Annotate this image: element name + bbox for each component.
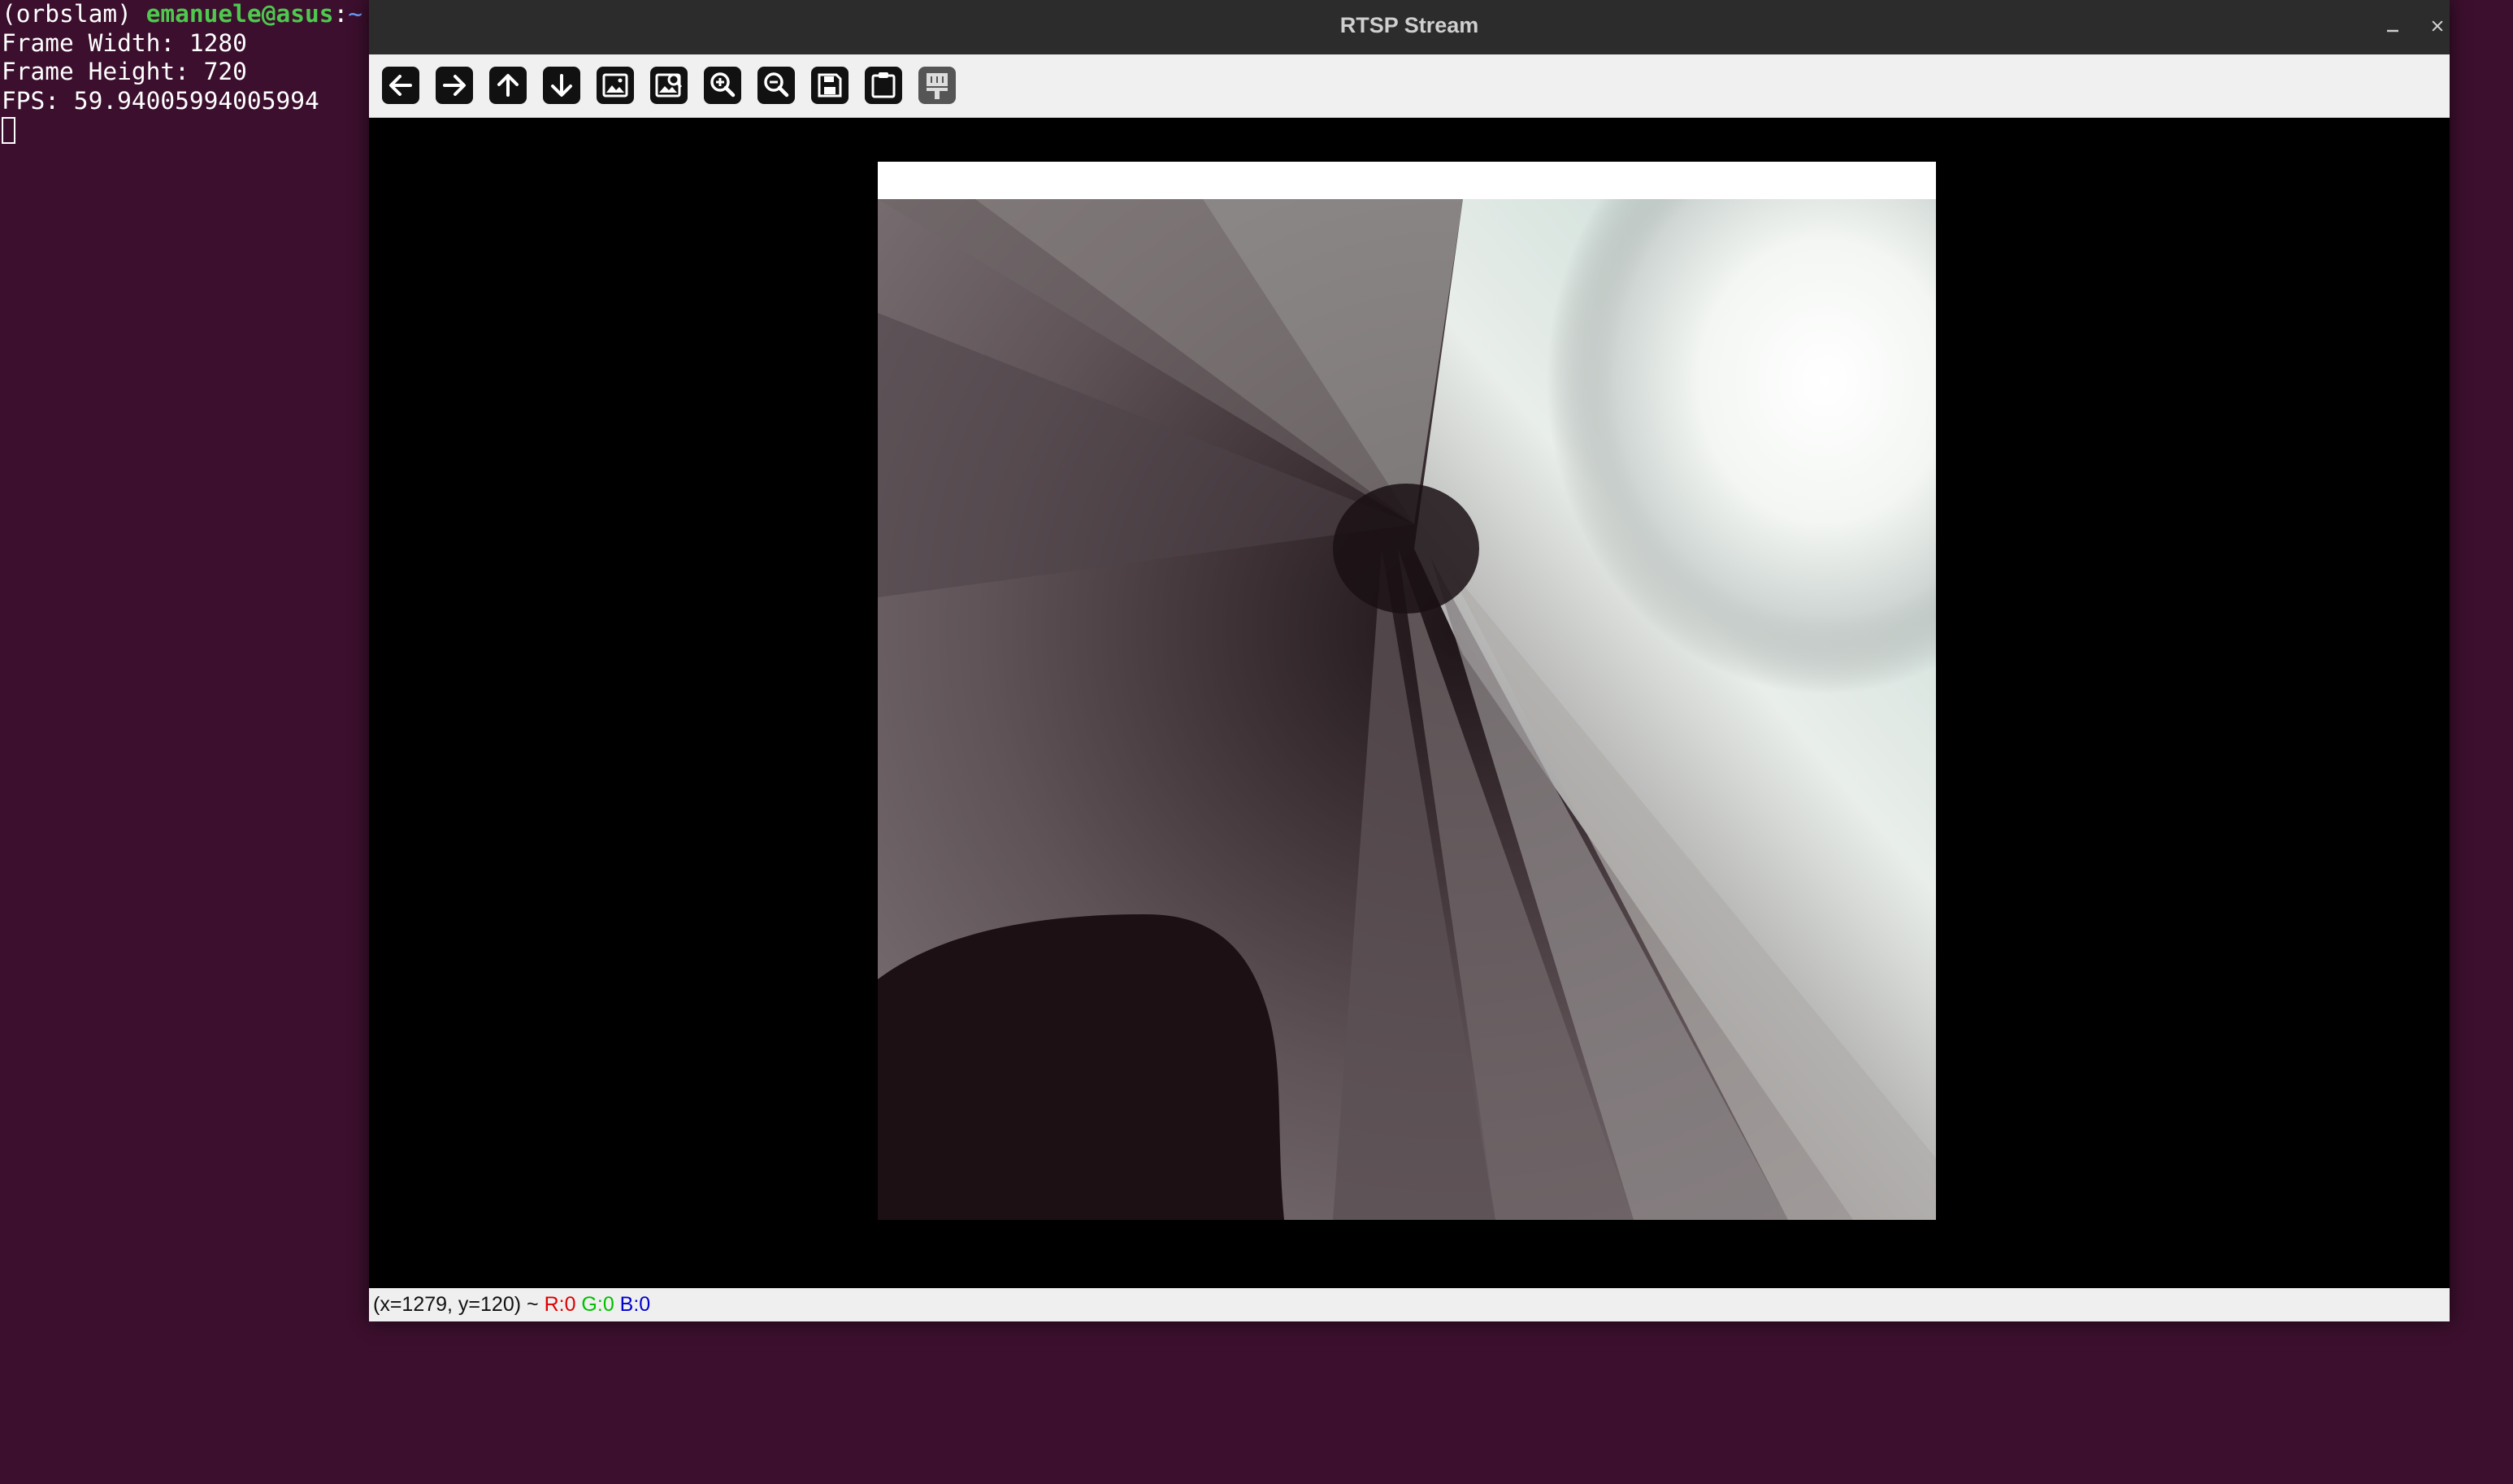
minimize-icon [2387, 29, 2398, 33]
properties-icon [918, 67, 956, 104]
status-red-value: R:0 [544, 1293, 576, 1316]
video-frame[interactable] [878, 162, 1936, 1220]
zoom-out-icon [757, 67, 795, 104]
prompt-path: ~ [348, 0, 363, 28]
arrow-left-icon [382, 67, 419, 104]
save-icon [811, 67, 849, 104]
status-bar: (x=1279, y=120) ~ R:0 G:0 B:0 [369, 1288, 2450, 1321]
status-blue-value: B:0 [619, 1293, 651, 1316]
prompt-colon: : [333, 0, 349, 28]
terminal-line-fps: FPS: 59.94005994005994 [2, 86, 319, 115]
camera-image [878, 199, 1936, 1220]
zoom-original-button[interactable] [594, 64, 636, 106]
status-coords: (x=1279, y=120) ~ [373, 1293, 545, 1316]
frame-white-band [878, 162, 1936, 199]
toolbar [369, 54, 2450, 118]
arrow-right-icon [436, 67, 473, 104]
image-zoom-icon [650, 67, 688, 104]
arrow-up-icon [489, 67, 527, 104]
prompt-env: (orbslam) [2, 0, 146, 28]
arrow-down-icon [543, 67, 580, 104]
properties-button[interactable] [916, 64, 958, 106]
image-icon [597, 67, 634, 104]
close-icon [2432, 20, 2443, 32]
terminal[interactable]: (orbslam) emanuele@asus:~ Frame Width: 1… [0, 0, 374, 1484]
zoom-in-button[interactable] [701, 64, 744, 106]
pan-down-button[interactable] [540, 64, 583, 106]
minimize-button[interactable] [2376, 10, 2409, 42]
prompt-user: emanuele@asus [145, 0, 334, 28]
pan-right-button[interactable] [433, 64, 475, 106]
status-green-value: G:0 [581, 1293, 614, 1316]
close-button[interactable] [2430, 10, 2448, 42]
zoom-in-icon [704, 67, 741, 104]
terminal-line-frame-width: Frame Width: 1280 [2, 28, 247, 57]
terminal-cursor [2, 117, 15, 144]
terminal-cursor-line [0, 115, 374, 145]
rtsp-stream-window[interactable]: RTSP Stream (x=1279, y=120) ~ R:0 G:0 B:… [369, 0, 2450, 1321]
terminal-prompt-line: (orbslam) emanuele@asus:~ [0, 0, 374, 29]
zoom-fit-button[interactable] [648, 64, 690, 106]
zoom-out-button[interactable] [755, 64, 797, 106]
save-button[interactable] [809, 64, 851, 106]
window-title: RTSP Stream [1339, 13, 1479, 37]
window-titlebar[interactable]: RTSP Stream [369, 0, 2450, 54]
image-view[interactable] [369, 118, 2450, 1288]
pan-left-button[interactable] [380, 64, 422, 106]
copy-clipboard-button[interactable] [862, 64, 905, 106]
pan-up-button[interactable] [487, 64, 529, 106]
terminal-line-frame-height: Frame Height: 720 [2, 58, 247, 85]
clipboard-icon [865, 67, 902, 104]
